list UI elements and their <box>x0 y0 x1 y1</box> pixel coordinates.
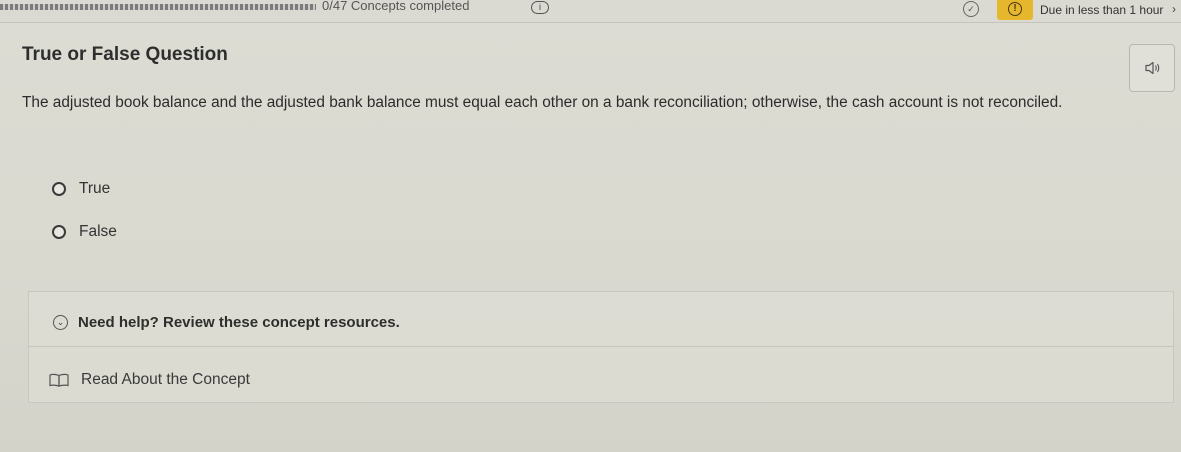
check-circle-icon[interactable]: ✓ <box>963 1 979 17</box>
question-type-title: True or False Question <box>22 44 228 65</box>
resources-toggle[interactable]: ⌄ Need help? Review these concept resour… <box>53 314 400 331</box>
alert-icon: ! <box>1008 2 1022 16</box>
read-aloud-button[interactable] <box>1129 44 1175 92</box>
option-label[interactable]: False <box>79 223 117 241</box>
due-alert-badge[interactable]: ! <box>997 0 1033 20</box>
chevron-right-icon[interactable]: › <box>1172 2 1176 16</box>
top-status-bar: 0/47 Concepts completed i ✓ ! Due in les… <box>0 0 1181 23</box>
option-true[interactable]: True <box>52 178 110 200</box>
resources-title[interactable]: Need help? Review these concept resource… <box>78 314 400 331</box>
read-concept-label[interactable]: Read About the Concept <box>81 371 250 389</box>
speaker-icon <box>1145 61 1160 75</box>
question-text: The adjusted book balance and the adjust… <box>22 94 1063 111</box>
divider <box>29 346 1173 347</box>
info-icon[interactable]: i <box>531 1 549 14</box>
option-label[interactable]: True <box>79 180 110 198</box>
chevron-down-icon[interactable]: ⌄ <box>53 315 68 330</box>
concept-progress-bar <box>0 4 316 10</box>
due-date-text[interactable]: Due in less than 1 hour <box>1040 3 1163 17</box>
concept-resources-panel: ⌄ Need help? Review these concept resour… <box>28 291 1174 403</box>
radio-button[interactable] <box>52 225 66 239</box>
radio-button[interactable] <box>52 182 66 196</box>
option-false[interactable]: False <box>52 221 117 243</box>
read-concept-link[interactable]: Read About the Concept <box>49 371 250 389</box>
book-icon <box>49 373 69 387</box>
progress-text: 0/47 Concepts completed <box>322 0 470 13</box>
